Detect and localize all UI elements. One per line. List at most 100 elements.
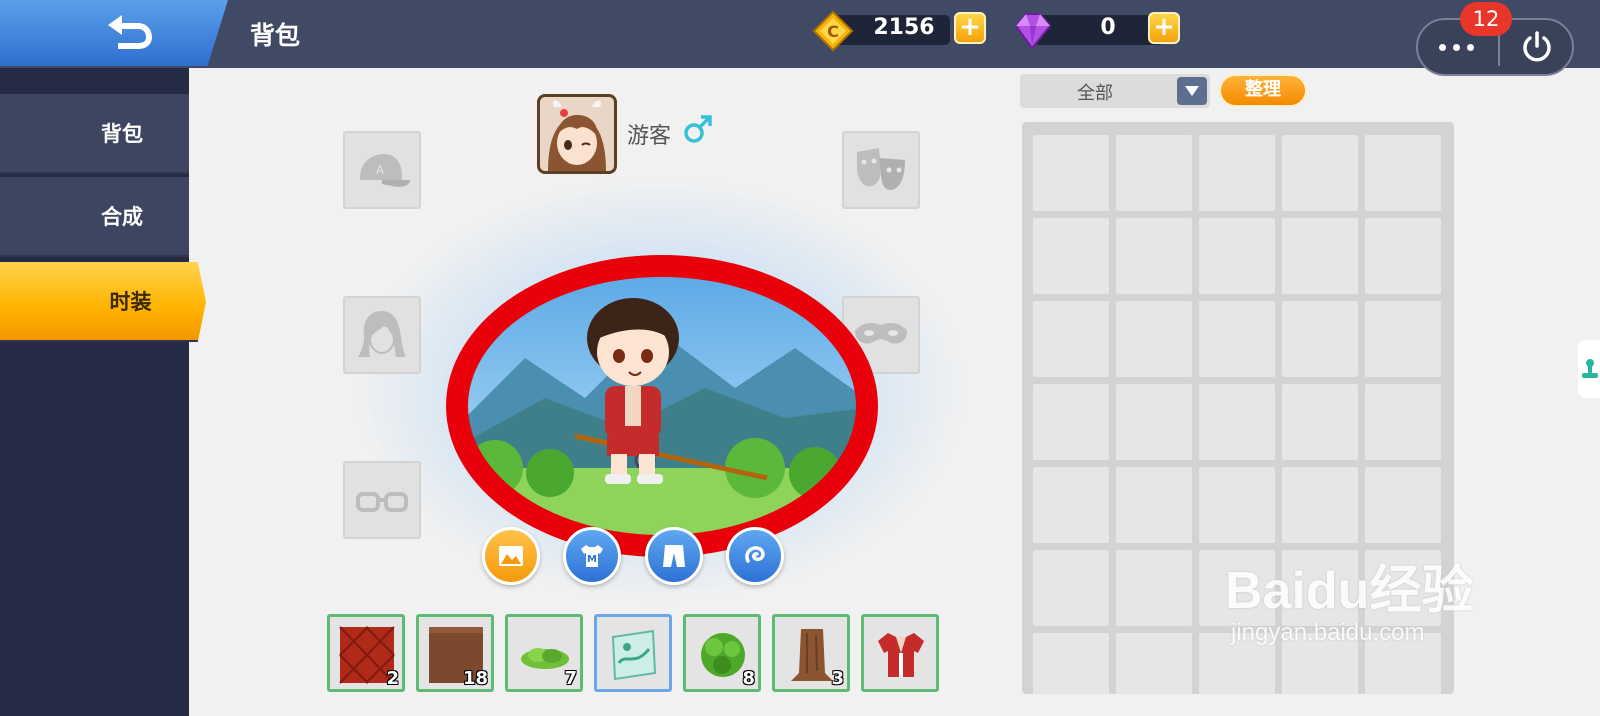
- map-scroll-icon: [611, 629, 657, 681]
- page-title: 背包: [250, 21, 301, 50]
- pants-button[interactable]: [645, 527, 703, 585]
- background-button[interactable]: [482, 527, 540, 585]
- quick-slot-7[interactable]: [861, 614, 939, 692]
- more-dot-icon: [1453, 44, 1460, 51]
- svg-text:C: C: [827, 22, 839, 41]
- face-slot[interactable]: [842, 131, 920, 209]
- inventory-cell[interactable]: [1365, 218, 1441, 294]
- purple-gem-icon: [1014, 13, 1052, 50]
- inventory-cell[interactable]: [1365, 301, 1441, 377]
- inventory-cell[interactable]: [1199, 218, 1275, 294]
- inventory-cell[interactable]: [1116, 301, 1192, 377]
- quick-slot-6[interactable]: 3: [772, 614, 850, 692]
- quick-slot-5[interactable]: 8: [683, 614, 761, 692]
- item-count: 7: [564, 668, 577, 689]
- inventory-cell[interactable]: [1282, 633, 1358, 694]
- cap-icon: A: [360, 154, 410, 187]
- inventory-cell[interactable]: [1282, 135, 1358, 211]
- joystick-icon: [1582, 359, 1598, 378]
- sidebar-item-craft[interactable]: 合成: [0, 177, 189, 257]
- pants-icon: [663, 545, 685, 567]
- add-gold-button[interactable]: +: [954, 12, 986, 44]
- top-bar: 背包 2156 C + 0 + 12: [0, 0, 1600, 76]
- quick-slot-2[interactable]: 18: [416, 614, 494, 692]
- inventory-cell[interactable]: [1365, 467, 1441, 543]
- add-gem-button[interactable]: +: [1148, 12, 1180, 44]
- quick-slot-4[interactable]: [594, 614, 672, 692]
- inventory-cell[interactable]: [1365, 384, 1441, 460]
- inventory-cell[interactable]: [1199, 384, 1275, 460]
- gold-currency: 2156 C +: [812, 10, 988, 52]
- gem-value: 0: [1100, 15, 1116, 40]
- gold-value: 2156: [873, 15, 935, 40]
- player-portrait-icon: [540, 97, 614, 171]
- inventory-cell[interactable]: [1282, 384, 1358, 460]
- dropdown-arrow[interactable]: [1177, 77, 1207, 105]
- category-value: 全部: [1077, 83, 1113, 104]
- notification-badge: 12: [1460, 2, 1512, 36]
- inventory-grid: [1022, 122, 1454, 694]
- inventory-cell[interactable]: [1116, 218, 1192, 294]
- effect-button[interactable]: [726, 527, 784, 585]
- inventory-cell[interactable]: [1282, 550, 1358, 626]
- category-dropdown[interactable]: 全部: [1020, 74, 1210, 108]
- inventory-cell[interactable]: [1282, 301, 1358, 377]
- inventory-cell[interactable]: [1033, 384, 1109, 460]
- inventory-cell[interactable]: [1365, 550, 1441, 626]
- inventory-cell[interactable]: [1282, 467, 1358, 543]
- inventory-cell[interactable]: [1033, 550, 1109, 626]
- inventory-cell[interactable]: [1033, 301, 1109, 377]
- more-dot-icon: [1467, 44, 1474, 51]
- svg-text:M: M: [587, 554, 597, 565]
- sort-button[interactable]: 整理: [1219, 74, 1307, 107]
- scene-icon: [499, 546, 523, 566]
- hat-slot[interactable]: A: [343, 131, 421, 209]
- inventory-cell[interactable]: [1365, 633, 1441, 694]
- chevron-down-icon: [1185, 86, 1199, 96]
- item-count: 2: [386, 668, 399, 689]
- glasses-icon: [356, 492, 408, 512]
- quick-slot-1[interactable]: 2: [327, 614, 405, 692]
- back-button[interactable]: [0, 0, 228, 66]
- inventory-cell[interactable]: [1282, 218, 1358, 294]
- inventory-cell[interactable]: [1116, 633, 1192, 694]
- inventory-cell[interactable]: [1116, 467, 1192, 543]
- item-count: 3: [831, 668, 844, 689]
- hair-slot[interactable]: [343, 296, 421, 374]
- inventory-cell[interactable]: [1116, 550, 1192, 626]
- more-dot-icon: [1439, 44, 1446, 51]
- sidebar: 背包 合成 时装: [0, 68, 206, 716]
- inventory-cell[interactable]: [1199, 633, 1275, 694]
- sidebar-item-bag[interactable]: 背包: [0, 94, 189, 174]
- inventory-cell[interactable]: [1116, 384, 1192, 460]
- outfit-button[interactable]: M: [563, 527, 621, 585]
- swirl-icon: [745, 546, 765, 563]
- shirt-icon: M: [581, 545, 603, 567]
- quick-slot-3[interactable]: 7: [505, 614, 583, 692]
- inventory-cell[interactable]: [1365, 135, 1441, 211]
- male-gender-icon: [684, 115, 712, 143]
- gem-currency: 0 +: [1012, 12, 1182, 50]
- inventory-cell[interactable]: [1033, 467, 1109, 543]
- inventory-cell[interactable]: [1199, 550, 1275, 626]
- inventory-cell[interactable]: [1199, 467, 1275, 543]
- inventory-cell[interactable]: [1116, 135, 1192, 211]
- player-name: 游客: [627, 124, 672, 149]
- inventory-cell[interactable]: [1199, 135, 1275, 211]
- inventory-cell[interactable]: [1033, 633, 1109, 694]
- inventory-cell[interactable]: [1199, 301, 1275, 377]
- sidebar-item-fashion[interactable]: 时装: [0, 262, 206, 342]
- glasses-slot[interactable]: [343, 461, 421, 539]
- power-button[interactable]: [1504, 20, 1570, 74]
- side-tool-tab[interactable]: [1578, 340, 1600, 398]
- back-arrow-icon: [108, 15, 152, 49]
- power-icon: [1523, 31, 1551, 62]
- item-count: 8: [742, 668, 755, 689]
- red-jacket-icon: [878, 633, 924, 677]
- theater-masks-icon: [857, 148, 905, 190]
- inventory-cell[interactable]: [1033, 218, 1109, 294]
- item-count: 18: [462, 668, 488, 689]
- player-avatar[interactable]: [537, 94, 617, 174]
- inventory-cell[interactable]: [1033, 135, 1109, 211]
- svg-text:A: A: [376, 163, 385, 177]
